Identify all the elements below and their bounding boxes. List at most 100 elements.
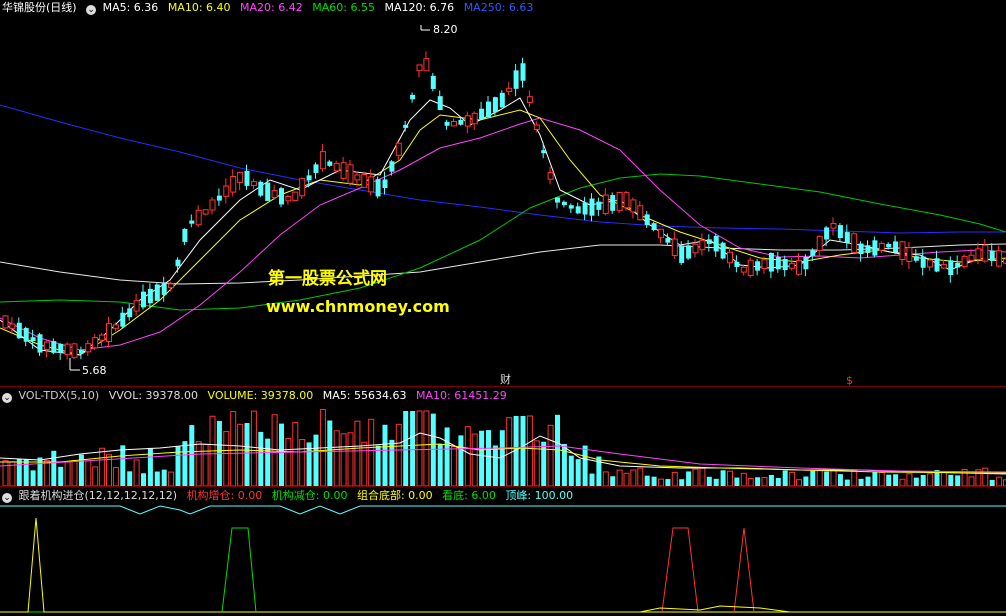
inst-buy-pulse: [661, 527, 699, 613]
volume-bar: [913, 477, 919, 486]
volume-bar: [30, 470, 36, 486]
candle-body: [340, 162, 347, 179]
see-bottom-label: 看底: 6.00: [442, 489, 496, 502]
candle-body: [940, 264, 947, 269]
panel-divider[interactable]: [0, 386, 1006, 387]
candle-body: [686, 245, 692, 259]
volume-bar: [865, 476, 871, 486]
vvol-label: VVOL: 39378.00: [108, 389, 199, 402]
volume-bar: [920, 474, 926, 486]
volume-bar: [423, 410, 430, 486]
volume-bar: [520, 416, 526, 486]
volume-bar: [375, 445, 381, 486]
candle-body: [120, 312, 126, 327]
candle-body: [209, 199, 216, 211]
dividend-marker[interactable]: $: [846, 374, 853, 386]
candle-body: [92, 337, 99, 349]
indicator-header: ⌄ 跟着机构进仓(12,12,12,12,12) 机构增仓: 0.00 机构减仓…: [0, 488, 579, 504]
candle-body: [85, 343, 92, 353]
candle-body: [651, 223, 657, 231]
finance-marker[interactable]: 财: [500, 372, 511, 386]
candle-body: [395, 142, 402, 156]
volume-label: VOLUME: 39378.00: [207, 389, 314, 402]
volume-bar: [382, 424, 388, 486]
volume-bar: [651, 476, 657, 486]
candle-body: [444, 121, 450, 126]
candle-body: [768, 253, 774, 272]
candle-body: [299, 177, 306, 197]
collapse-circle-icon[interactable]: ⌄: [2, 493, 12, 503]
volume-bar: [533, 440, 540, 486]
candle-body: [671, 238, 678, 257]
volume-bar: [492, 445, 498, 486]
candle-body: [382, 179, 388, 189]
candle-body: [755, 261, 761, 271]
candle-body: [430, 75, 436, 89]
collapse-circle-icon[interactable]: ⌄: [2, 393, 12, 403]
candle-body: [761, 259, 768, 269]
volume-bar: [244, 423, 250, 486]
volume-bar: [271, 414, 278, 486]
candle-body: [51, 341, 57, 353]
candle-body: [471, 112, 478, 125]
candle-body: [368, 176, 375, 193]
panel-divider[interactable]: [0, 486, 1006, 487]
candle-body: [927, 259, 934, 268]
ma60-label: MA60: 6.55: [312, 1, 375, 14]
candle-body: [989, 250, 995, 261]
candle-body: [851, 233, 858, 253]
candle-body: [968, 254, 975, 261]
volume-bar: [589, 473, 595, 486]
volume-bar: [410, 411, 416, 486]
volume-bar: [803, 476, 809, 486]
volume-bar: [526, 415, 533, 486]
indicator-name: 跟着机构进仓(12,12,12,12,12): [18, 489, 178, 502]
volume-ma10-label: MA10: 61451.29: [416, 389, 507, 402]
candle-body: [437, 96, 443, 111]
volume-bar: [686, 471, 692, 486]
price-header: 华锦股份(日线) ⌄ MA5: 6.36 MA10: 6.40 MA20: 6.…: [0, 0, 539, 16]
candle-body: [796, 259, 802, 275]
volume-bar: [64, 461, 71, 486]
candle-body: [30, 337, 36, 342]
candle-body: [271, 190, 278, 198]
indicator-chart[interactable]: [0, 488, 1006, 616]
candle-body: [555, 197, 560, 203]
combo-bottom-label: 组合底部: 0.00: [356, 489, 433, 502]
volume-bar: [948, 474, 954, 486]
volume-bar: [361, 441, 368, 486]
volume-bar: [189, 425, 195, 486]
volume-bar: [755, 477, 761, 486]
candle-body: [112, 324, 119, 329]
volume-bar: [230, 411, 237, 486]
volume-bar: [747, 478, 754, 486]
candle-body: [327, 161, 333, 166]
watermark-title: 第一股票公式网: [268, 269, 387, 289]
collapse-circle-icon[interactable]: ⌄: [86, 5, 97, 15]
low-price-annotation: 5.68: [82, 364, 107, 377]
volume-bar: [713, 478, 719, 486]
candle-body: [727, 251, 733, 264]
candle-body: [306, 175, 312, 181]
volume-indicator-name: VOL-TDX(5,10): [18, 389, 100, 402]
candle-body: [568, 205, 574, 209]
candlestick-chart[interactable]: 8.20 5.68 财 $: [0, 0, 1006, 386]
volume-bar: [313, 434, 319, 486]
candle-body: [692, 243, 699, 254]
candle-body: [458, 119, 464, 125]
ma10-label: MA10: 6.40: [167, 1, 231, 14]
volume-bar: [368, 418, 375, 486]
volume-bar: [982, 467, 989, 486]
volume-panel[interactable]: ⌄ VOL-TDX(5,10) VVOL: 39378.00 VOLUME: 3…: [0, 388, 1006, 486]
candle-body: [878, 242, 885, 251]
volume-bar: [299, 439, 306, 486]
indicator-panel[interactable]: ⌄ 跟着机构进仓(12,12,12,12,12) 机构增仓: 0.00 机构减仓…: [0, 488, 1006, 616]
candle-body: [996, 250, 1003, 267]
volume-bar: [16, 459, 22, 486]
candle-body: [451, 120, 457, 127]
candle-body: [389, 161, 395, 172]
volume-bar: [610, 476, 616, 486]
price-panel[interactable]: 华锦股份(日线) ⌄ MA5: 6.36 MA10: 6.40 MA20: 6.…: [0, 0, 1006, 386]
candle-body: [2, 315, 9, 329]
candle-body: [582, 202, 588, 215]
